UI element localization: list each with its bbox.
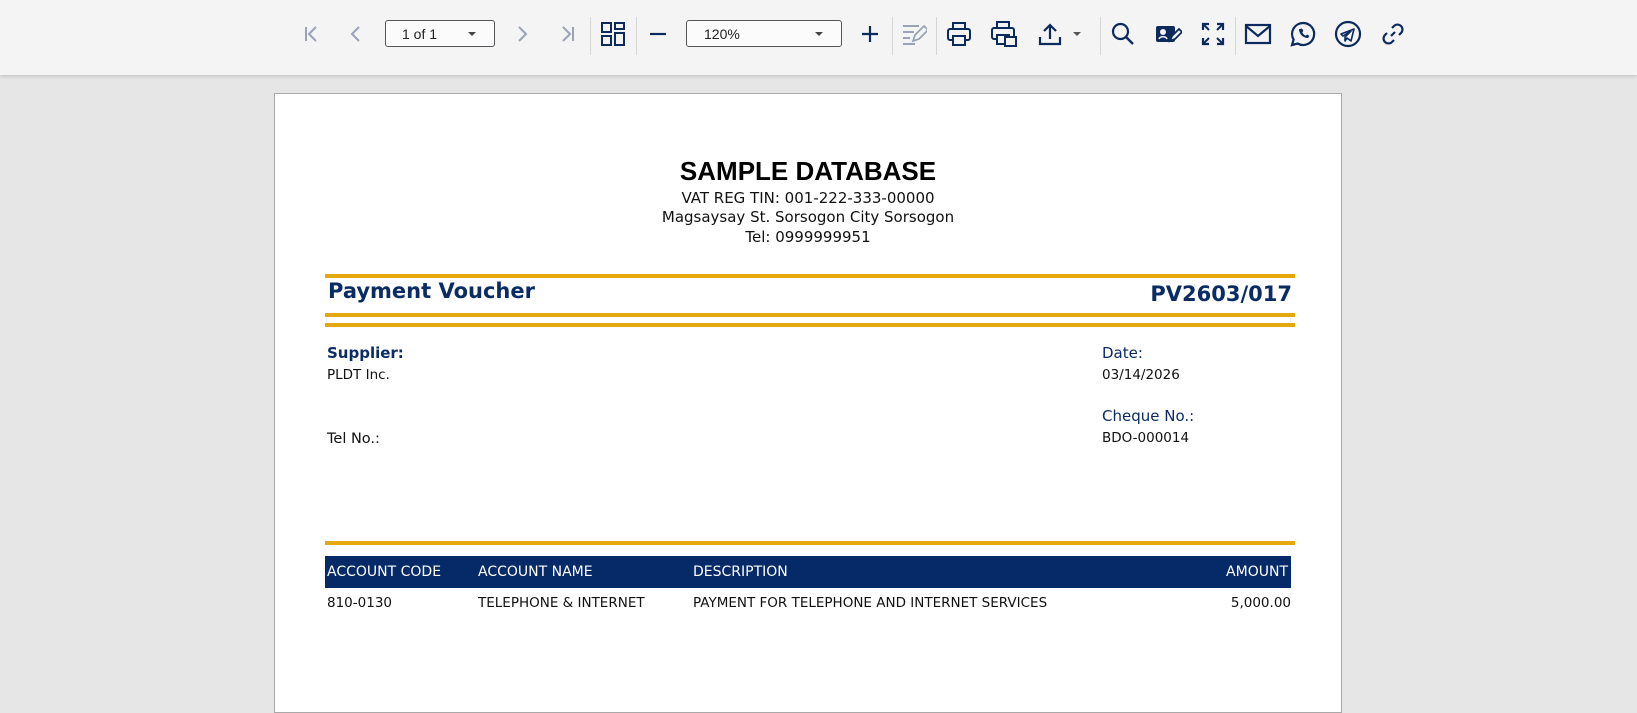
copy-link-button[interactable] (1377, 16, 1409, 52)
viewer-toolbar: 1 of 1 120% (0, 0, 1637, 75)
company-name: SAMPLE DATABASE (679, 156, 937, 186)
cell-amount: 5,000.00 (1230, 595, 1291, 611)
export-button[interactable] (1034, 16, 1066, 52)
voucher-number: PV2603/017 (1150, 282, 1292, 306)
last-page-button[interactable] (553, 16, 581, 52)
export-icon (1037, 21, 1063, 47)
page-selector[interactable]: 1 of 1 (385, 20, 495, 47)
search-icon (1110, 21, 1136, 47)
zoom-in-button[interactable] (855, 16, 885, 52)
toolbar-divider (1235, 17, 1236, 55)
telegram-button[interactable] (1332, 16, 1364, 52)
zoom-in-icon (859, 23, 881, 45)
cheque-value: BDO-000014 (1102, 430, 1190, 446)
first-page-icon (301, 23, 323, 45)
column-header-account-code: ACCOUNT CODE (327, 564, 442, 580)
chevron-down-icon (1072, 29, 1082, 39)
sign-document-icon (1154, 21, 1182, 47)
fullscreen-button[interactable] (1197, 16, 1229, 52)
search-button[interactable] (1107, 16, 1139, 52)
chevron-down-icon (468, 32, 476, 36)
company-tel: Tel: 0999999951 (745, 228, 871, 246)
whatsapp-icon (1289, 20, 1317, 48)
header-rule-bottom (325, 323, 1295, 327)
cell-description: PAYMENT FOR TELEPHONE AND INTERNET SERVI… (693, 595, 1048, 611)
first-page-button[interactable] (298, 16, 326, 52)
document-page: SAMPLE DATABASE VAT REG TIN: 001-222-333… (274, 93, 1342, 713)
thumbnails-icon (600, 21, 626, 47)
chevron-down-icon (815, 32, 823, 36)
email-icon (1244, 22, 1272, 46)
email-button[interactable] (1242, 16, 1274, 52)
export-dropdown-button[interactable] (1069, 16, 1085, 52)
cheque-label: Cheque No.: (1102, 407, 1195, 425)
toolbar-divider (1100, 17, 1101, 55)
fullscreen-icon (1200, 21, 1226, 47)
previous-page-button[interactable] (342, 16, 370, 52)
cell-account-name: TELEPHONE & INTERNET (478, 595, 645, 611)
zoom-selector[interactable]: 120% (686, 20, 842, 47)
zoom-level: 120% (704, 26, 740, 42)
print-preview-button[interactable] (988, 16, 1020, 52)
column-header-account-name: ACCOUNT NAME (478, 564, 593, 580)
header-rule-middle (325, 313, 1295, 317)
cell-account-code: 810-0130 (327, 595, 392, 611)
telegram-icon (1334, 20, 1362, 48)
table-header: ACCOUNT CODE ACCOUNT NAME DESCRIPTION AM… (325, 556, 1291, 588)
link-icon (1380, 21, 1406, 47)
next-page-icon (511, 23, 533, 45)
table-rule (325, 541, 1295, 545)
edit-form-button[interactable] (898, 16, 930, 52)
print-preview-icon (990, 20, 1018, 48)
toolbar-divider (936, 17, 937, 55)
page-indicator: 1 of 1 (402, 26, 438, 42)
next-page-button[interactable] (508, 16, 536, 52)
last-page-icon (556, 23, 578, 45)
zoom-out-button[interactable] (643, 16, 673, 52)
zoom-out-icon (647, 23, 669, 45)
header-rule-top (325, 274, 1295, 278)
supplier-name: PLDT Inc. (327, 367, 390, 383)
toolbar-divider (590, 17, 591, 55)
voucher-title: Payment Voucher (328, 279, 535, 303)
thumbnails-button[interactable] (597, 16, 629, 52)
previous-page-icon (345, 23, 367, 45)
print-button[interactable] (943, 16, 975, 52)
print-icon (946, 21, 972, 47)
supplier-label: Supplier: (327, 344, 404, 362)
date-label: Date: (1102, 344, 1143, 362)
tel-label: Tel No.: (327, 431, 380, 447)
column-header-description: DESCRIPTION (693, 564, 788, 580)
column-header-amount: AMOUNT (1226, 564, 1288, 580)
whatsapp-button[interactable] (1287, 16, 1319, 52)
edit-form-icon (901, 21, 927, 47)
sign-document-button[interactable] (1152, 16, 1184, 52)
company-tin: VAT REG TIN: 001-222-333-00000 (681, 189, 935, 207)
date-value: 03/14/2026 (1102, 367, 1180, 383)
toolbar-divider (892, 17, 893, 55)
toolbar-divider (636, 17, 637, 55)
company-address: Magsaysay St. Sorsogon City Sorsogon (661, 208, 955, 226)
